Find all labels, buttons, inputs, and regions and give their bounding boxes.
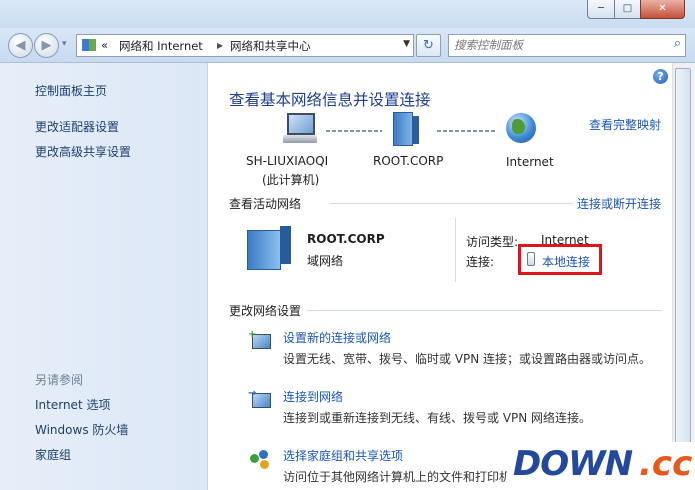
help-icon[interactable]: ? [653,69,668,84]
active-network-type: 域网络 [307,254,344,268]
search-input[interactable] [452,36,656,53]
new-connection-icon: + [248,330,272,352]
watermark-logo: DOWN .cc [507,442,695,490]
domain-name: ROOT.CORP [373,154,444,168]
sidebar-item-advanced-sharing[interactable]: 更改高级共享设置 [35,143,131,160]
domain-network-icon [393,112,419,146]
domain-network-large-icon [247,226,293,270]
local-connection-link[interactable]: 本地连接 [542,253,590,270]
breadcrumb-separator-icon[interactable]: ▶ [217,41,223,50]
forward-button[interactable]: ▶ [34,33,59,58]
active-networks-heading: 查看活动网络 [229,197,302,211]
computer-name: SH-LIUXIAOQI [246,154,329,168]
title-bar: ─ □ ✕ [0,0,695,28]
computer-subtitle: (此计算机) [262,173,320,187]
section-divider [307,310,662,311]
back-button[interactable]: ◀ [8,33,33,58]
scrollbar-thumb[interactable] [675,68,691,470]
setup-connection-link[interactable]: 设置新的连接或网络 [283,329,391,346]
connect-to-network-description: 连接到或重新连接到无线、有线、拨号或 VPN 网络连接。 [283,411,592,425]
homegroup-icon [248,448,272,470]
refresh-button[interactable]: ↻ [416,34,441,57]
page-title: 查看基本网络信息并设置连接 [229,91,431,109]
breadcrumb-overflow[interactable]: « [101,38,108,52]
network-cable-icon [527,252,535,266]
breadcrumb-sharing-center[interactable]: 网络和共享中心 [230,38,311,54]
homegroup-sharing-link[interactable]: 选择家庭组和共享选项 [283,447,403,464]
homegroup-sharing-description: 访问位于其他网络计算机上的文件和打印机，或 [283,470,536,484]
control-panel-icon [82,39,96,51]
internet-globe-icon [506,113,536,143]
connections-label: 连接: [466,255,495,269]
see-full-map-link[interactable]: 查看完整映射 [589,116,661,133]
active-network-name: ROOT.CORP [307,232,385,246]
sidebar-item-windows-firewall[interactable]: Windows 防火墙 [35,421,128,438]
connection-line [326,130,382,132]
section-divider [330,203,573,204]
minimize-button[interactable]: ─ [587,0,615,19]
vertical-divider [455,218,456,282]
sidebar-item-homegroup[interactable]: 家庭组 [35,446,71,463]
watermark-text: DOWN [513,444,633,484]
address-dropdown-icon[interactable]: ▼ [403,39,410,49]
connection-line [437,130,495,132]
breadcrumb-network-internet[interactable]: 网络和 Internet [119,38,203,54]
setup-connection-description: 设置无线、宽带、拨号、临时或 VPN 连接；或设置路由器或访问点。 [283,352,652,366]
connect-network-icon: → [248,389,272,411]
access-type-label: 访问类型: [466,235,519,249]
navigation-bar: ◀ ▶ ▾ « 网络和 Internet ▶ 网络和共享中心 ▼ ↻ ⌕ [0,28,695,63]
sidebar-item-control-panel-home[interactable]: 控制面板主页 [35,82,107,99]
internet-label: Internet [506,155,554,169]
change-settings-heading: 更改网络设置 [229,304,302,318]
computer-icon [283,113,317,145]
history-dropdown[interactable]: ▾ [62,39,67,49]
address-bar[interactable]: « 网络和 Internet ▶ 网络和共享中心 ▼ [76,34,414,57]
search-icon[interactable]: ⌕ [674,36,681,51]
maximize-button[interactable]: □ [614,0,641,19]
connect-to-network-link[interactable]: 连接到网络 [283,388,343,405]
connect-disconnect-link[interactable]: 连接或断开连接 [577,195,661,212]
sidebar-item-change-adapter[interactable]: 更改适配器设置 [35,118,119,135]
watermark-suffix: .cc [639,444,693,484]
close-button[interactable]: ✕ [640,0,685,19]
search-box[interactable]: ⌕ [448,34,686,57]
see-also-heading: 另请参阅 [35,373,84,387]
sidebar-item-internet-options[interactable]: Internet 选项 [35,396,110,413]
